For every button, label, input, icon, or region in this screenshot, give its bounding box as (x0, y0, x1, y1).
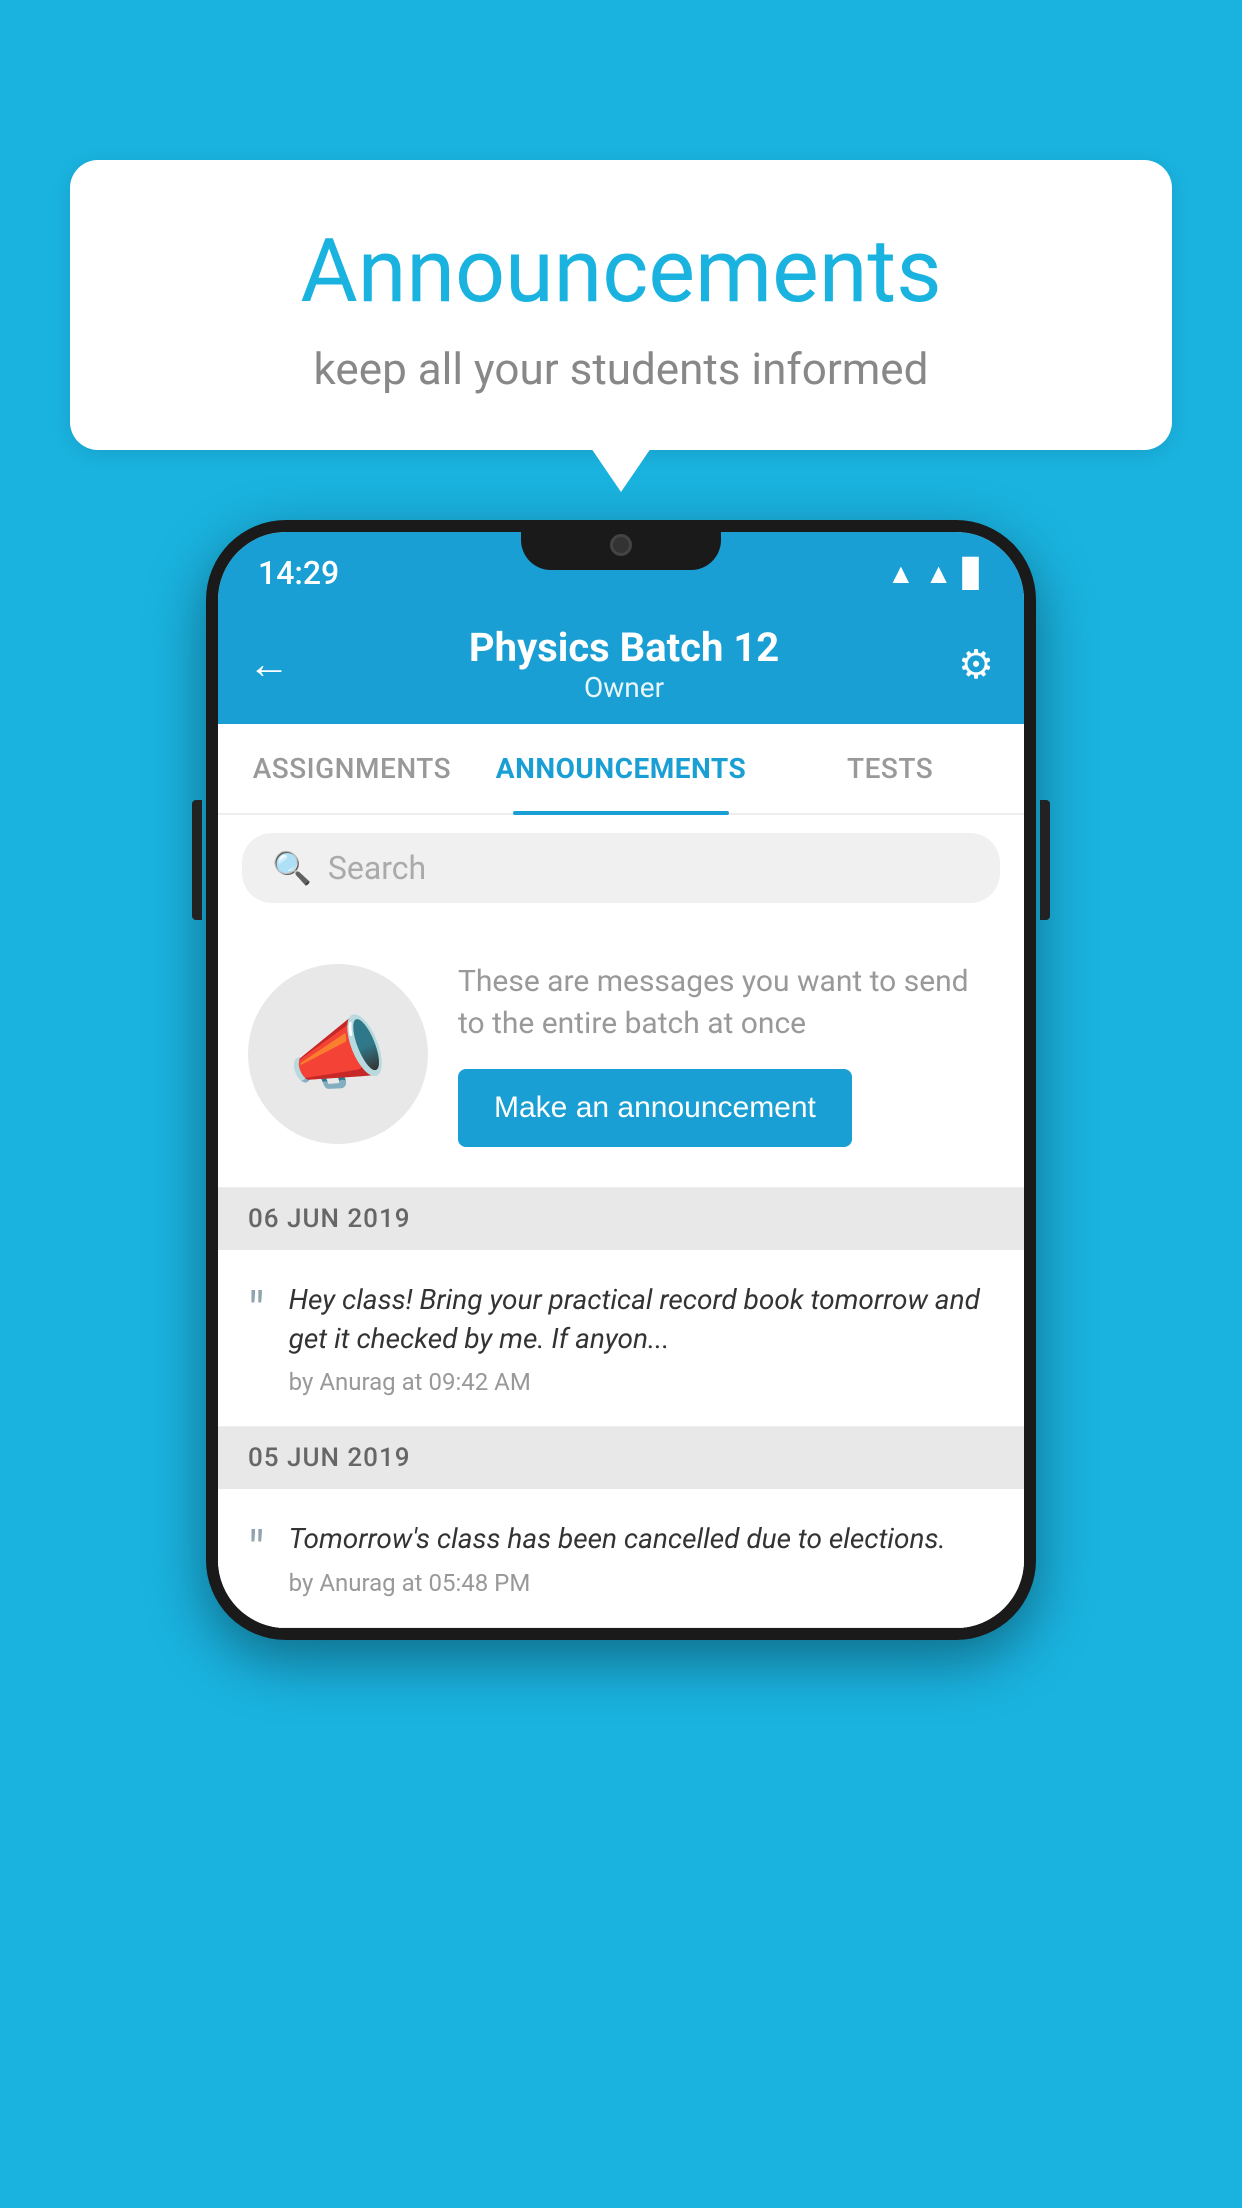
message-text-2: Tomorrow's class has been cancelled due … (289, 1519, 994, 1558)
phone-camera (610, 534, 632, 556)
battery-icon: ▊ (962, 557, 984, 590)
back-button[interactable]: ← (248, 640, 290, 689)
make-announcement-button[interactable]: Make an announcement (458, 1069, 852, 1147)
megaphone-icon: 📣 (288, 1007, 388, 1101)
content-area: 🔍 Search 📣 These are messages you want t… (218, 815, 1024, 1628)
message-content-2: Tomorrow's class has been cancelled due … (289, 1519, 994, 1596)
settings-button[interactable]: ⚙ (958, 641, 994, 688)
date-label-1: 06 JUN 2019 (248, 1204, 411, 1234)
date-label-2: 05 JUN 2019 (248, 1443, 411, 1473)
phone-notch (521, 520, 721, 570)
phone-container: 14:29 ▲ ▲ ▊ ← Physics Batch 12 Owner ⚙ (206, 520, 1036, 1640)
wifi-icon: ▲ (887, 557, 915, 590)
signal-icon: ▲ (925, 557, 953, 590)
message-content-1: Hey class! Bring your practical record b… (289, 1280, 994, 1396)
search-bar: 🔍 Search (218, 815, 1024, 921)
message-item-2[interactable]: " Tomorrow's class has been cancelled du… (218, 1489, 1024, 1627)
message-author-2: by Anurag at 05:48 PM (289, 1569, 994, 1597)
quote-icon-1: " (248, 1286, 265, 1338)
speech-bubble-title: Announcements (120, 220, 1122, 323)
search-icon: 🔍 (272, 849, 312, 887)
status-time: 14:29 (258, 554, 339, 592)
tab-announcements[interactable]: ANNOUNCEMENTS (486, 724, 756, 813)
message-text-1: Hey class! Bring your practical record b… (289, 1280, 994, 1358)
tab-assignments[interactable]: ASSIGNMENTS (218, 724, 486, 813)
app-bar: ← Physics Batch 12 Owner ⚙ (218, 604, 1024, 724)
megaphone-circle: 📣 (248, 964, 428, 1144)
announcement-cta: 📣 These are messages you want to send to… (218, 921, 1024, 1188)
search-placeholder: Search (328, 849, 426, 887)
message-item-1[interactable]: " Hey class! Bring your practical record… (218, 1250, 1024, 1427)
message-author-1: by Anurag at 09:42 AM (289, 1368, 994, 1396)
date-section-2: 05 JUN 2019 (218, 1427, 1024, 1489)
speech-bubble: Announcements keep all your students inf… (70, 160, 1172, 450)
speech-bubble-subtitle: keep all your students informed (120, 343, 1122, 395)
date-section-1: 06 JUN 2019 (218, 1188, 1024, 1250)
tabs: ASSIGNMENTS ANNOUNCEMENTS TESTS (218, 724, 1024, 815)
app-bar-title: Physics Batch 12 (469, 624, 779, 671)
status-icons: ▲ ▲ ▊ (887, 557, 984, 590)
phone: 14:29 ▲ ▲ ▊ ← Physics Batch 12 Owner ⚙ (206, 520, 1036, 1640)
app-bar-center: Physics Batch 12 Owner (469, 624, 779, 704)
speech-bubble-container: Announcements keep all your students inf… (70, 160, 1172, 450)
tab-tests[interactable]: TESTS (756, 724, 1024, 813)
cta-right: These are messages you want to send to t… (458, 961, 994, 1147)
phone-screen: 14:29 ▲ ▲ ▊ ← Physics Batch 12 Owner ⚙ (218, 532, 1024, 1628)
app-bar-subtitle: Owner (469, 671, 779, 704)
search-input[interactable]: 🔍 Search (242, 833, 1000, 903)
quote-icon-2: " (248, 1525, 265, 1577)
cta-description: These are messages you want to send to t… (458, 961, 994, 1045)
